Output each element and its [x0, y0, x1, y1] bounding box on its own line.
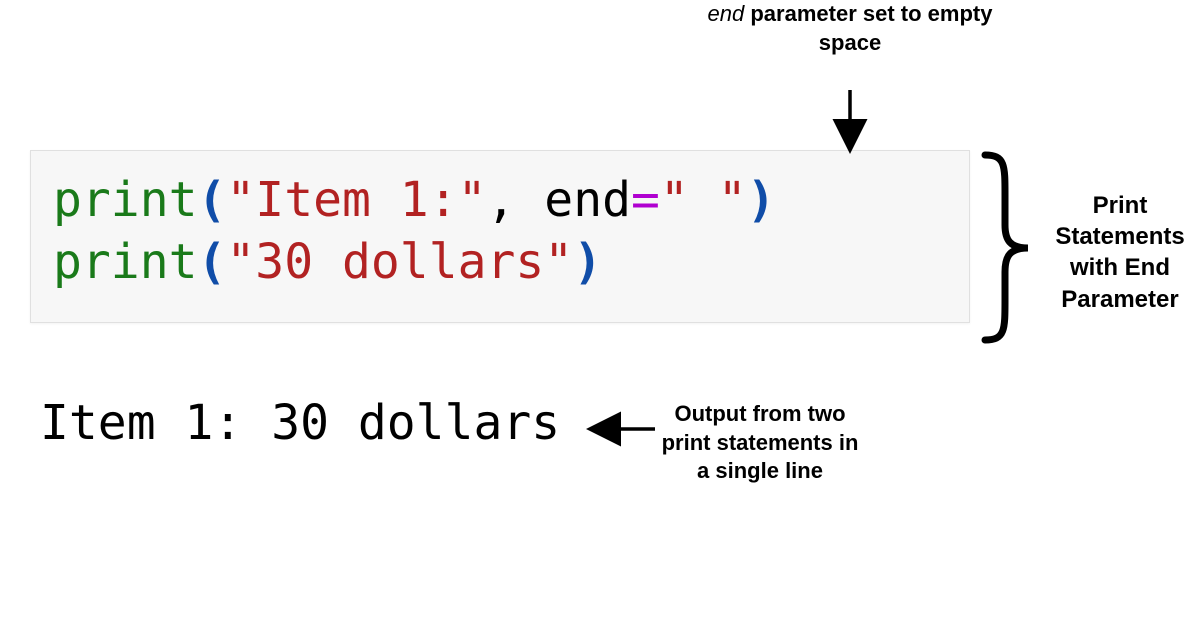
code-block: print("Item 1:", end=" ") print("30 doll…: [30, 150, 970, 323]
output-text: Item 1: 30 dollars: [40, 395, 560, 451]
code-line-1: print("Item 1:", end=" "): [53, 169, 947, 231]
annotation-output-label: Output from two print statements in a si…: [660, 400, 860, 486]
token-comma: ,: [487, 172, 545, 228]
token-rparen-1: ): [747, 172, 776, 228]
token-string-item: "Item 1:": [226, 172, 486, 228]
token-end-kw: end: [544, 172, 631, 228]
diagram-root: end parameter set to empty space Print S…: [0, 0, 1200, 630]
token-string-space: " ": [660, 172, 747, 228]
token-string-dollars: "30 dollars": [226, 234, 573, 290]
token-print-2: print: [53, 234, 198, 290]
annotation-end-parameter: end parameter set to empty space: [700, 0, 1000, 57]
code-line-2: print("30 dollars"): [53, 231, 947, 293]
token-rparen-2: ): [573, 234, 602, 290]
annotation-right-brace-label: Print Statements with End Parameter: [1040, 190, 1200, 315]
curly-brace-icon: [985, 155, 1028, 340]
annotation-end-rest: parameter set to empty space: [744, 1, 992, 55]
token-lparen-2: (: [198, 234, 227, 290]
annotation-end-em: end: [708, 1, 745, 26]
token-print-1: print: [53, 172, 198, 228]
token-lparen-1: (: [198, 172, 227, 228]
token-equals: =: [631, 172, 660, 228]
